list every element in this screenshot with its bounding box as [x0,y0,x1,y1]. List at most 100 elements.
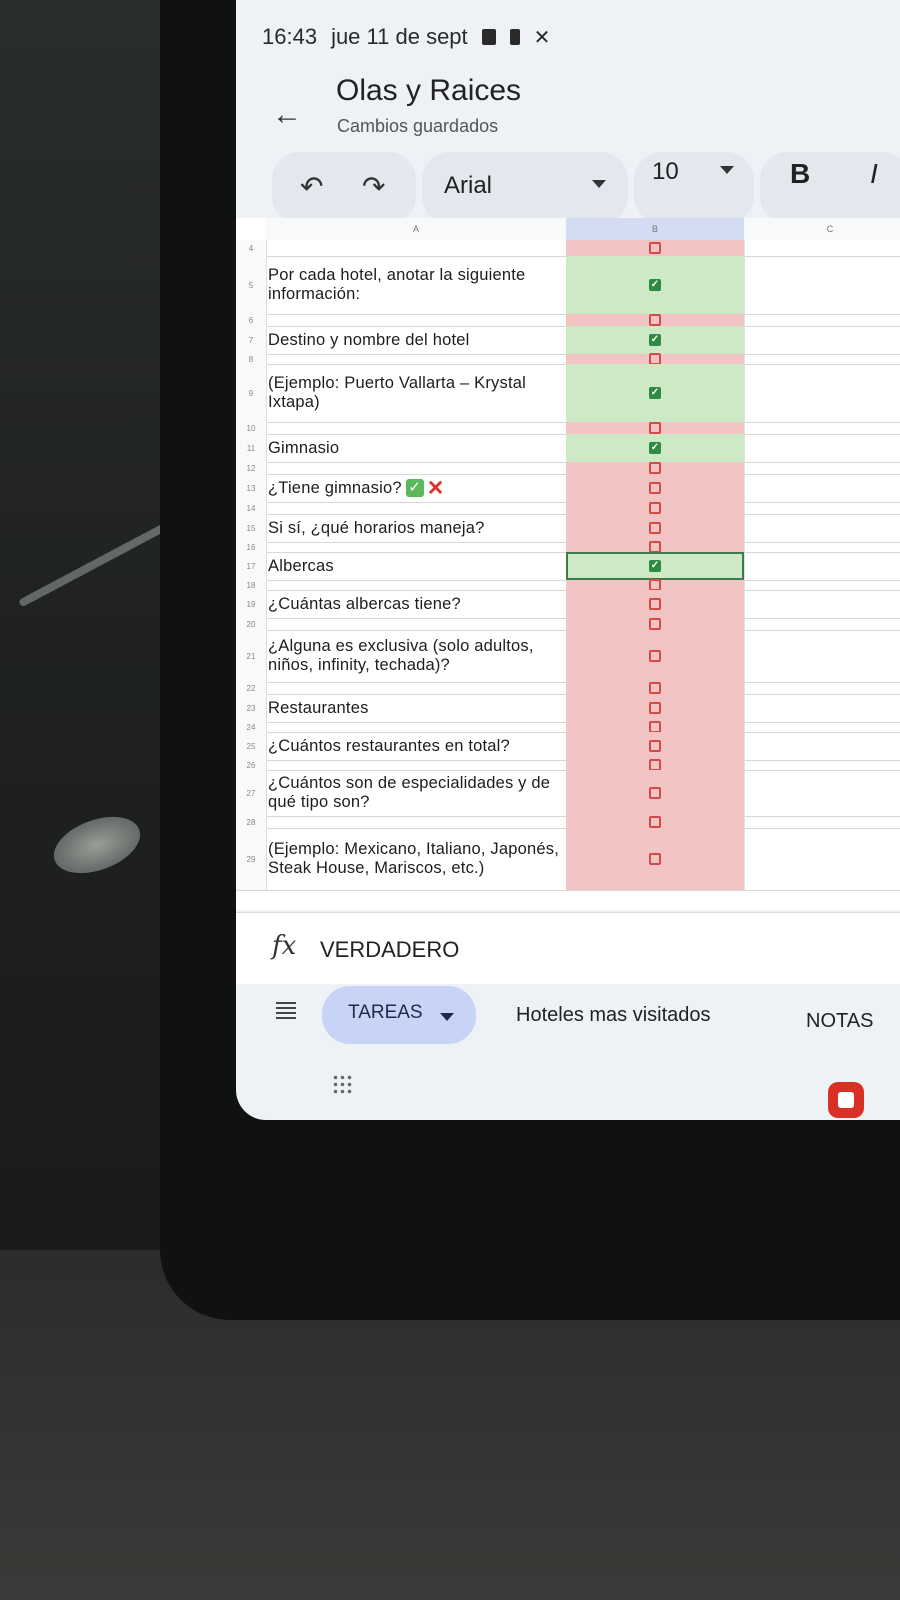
cell-c[interactable] [744,580,900,590]
cell-c[interactable] [744,770,900,816]
spreadsheet-grid[interactable]: A B C 4 5 Por cada hotel, anotar la siguie… [236,218,900,910]
cell-c[interactable] [744,828,900,890]
checkbox-unchecked[interactable] [649,422,661,434]
cell-c[interactable] [744,722,900,732]
checkbox-checked[interactable]: ✓ [649,442,661,454]
cell-c[interactable] [744,502,900,514]
cell-b[interactable]: ✓ [566,256,744,314]
redo-icon[interactable]: ↷ [362,170,385,203]
row-number[interactable]: 19 [236,590,267,618]
row-number[interactable]: 8 [236,354,267,364]
formula-value[interactable]: VERDADERO [320,937,459,963]
row-number[interactable]: 27 [236,770,267,816]
row-number[interactable]: 20 [236,618,267,630]
row-number[interactable]: 16 [236,542,267,552]
cell-c[interactable] [744,434,900,462]
table-row[interactable]: 9 (Ejemplo: Puerto Vallarta – Krystal Ixt… [236,364,900,423]
cell-c[interactable] [744,326,900,354]
cell-c[interactable] [744,590,900,618]
drag-handle-icon[interactable] [332,1074,352,1094]
cell-c[interactable] [744,462,900,474]
row-number[interactable]: 24 [236,722,267,732]
row-number[interactable]: 12 [236,462,267,474]
row-number[interactable]: 9 [236,364,267,422]
checkbox-checked[interactable]: ✓ [649,560,661,572]
cell-b[interactable] [566,514,744,542]
cell-a[interactable] [266,462,560,474]
column-header-a[interactable]: A [266,218,566,240]
font-selector[interactable]: Arial [422,152,628,224]
all-sheets-menu-icon[interactable] [276,1002,296,1020]
cell-a[interactable]: ¿Cuántas albercas tiene? [266,590,560,618]
cell-b[interactable] [566,770,744,816]
checkbox-unchecked[interactable] [649,522,661,534]
checkbox-unchecked[interactable] [649,787,661,799]
tab-tareas[interactable]: TAREAS [322,986,476,1044]
cell-c[interactable] [744,240,900,256]
cell-b[interactable] [566,828,744,890]
checkbox-checked[interactable]: ✓ [649,334,661,346]
row-number[interactable]: 25 [236,732,267,760]
cell-c[interactable] [744,816,900,828]
table-row[interactable]: 13 ¿Tiene gimnasio? ✓ ✕ [236,474,900,503]
row-number[interactable]: 28 [236,816,267,828]
cell-b[interactable] [566,682,744,694]
row-number[interactable]: 17 [236,552,267,580]
cell-b[interactable] [566,732,744,760]
checkbox-unchecked[interactable] [649,242,661,254]
undo-icon[interactable]: ↶ [300,170,323,203]
checkbox-unchecked[interactable] [649,502,661,514]
table-row[interactable]: 7 Destino y nombre del hotel ✓ [236,326,900,355]
cell-b[interactable] [566,541,744,553]
cell-a[interactable] [266,722,560,732]
cell-c[interactable] [744,514,900,542]
bold-button[interactable]: B [790,158,810,190]
row-number[interactable]: 5 [236,256,267,314]
column-header-b[interactable]: B [566,218,744,240]
cell-a[interactable]: Destino y nombre del hotel [266,326,560,354]
checkbox-unchecked[interactable] [649,314,661,326]
document-title[interactable]: Olas y Raices [336,74,521,108]
cell-a[interactable] [266,760,560,770]
table-row[interactable]: 17 Albercas ✓ [236,552,900,581]
cell-a[interactable]: Gimnasio [266,434,560,462]
checkbox-unchecked[interactable] [649,462,661,474]
checkbox-checked[interactable]: ✓ [649,387,661,399]
checkbox-unchecked[interactable] [649,816,661,828]
cell-a[interactable]: Si sí, ¿qué horarios maneja? [266,514,560,542]
row-number[interactable]: 14 [236,502,267,514]
table-row[interactable]: 19 ¿Cuántas albercas tiene? [236,590,900,619]
cell-b[interactable] [566,462,744,474]
cell-c[interactable] [744,618,900,630]
cell-b[interactable] [566,502,744,514]
cell-a[interactable] [266,240,560,256]
keep-notes-icon[interactable] [828,1082,864,1118]
cell-a[interactable] [266,618,560,630]
tab-hoteles-mas-visitados[interactable]: Hoteles mas visitados [516,1004,711,1027]
checkbox-unchecked[interactable] [649,682,661,694]
row-number[interactable]: 29 [236,828,267,890]
row-number[interactable]: 21 [236,630,267,682]
row-number[interactable]: 10 [236,422,267,434]
cell-c[interactable] [744,760,900,770]
cell-a[interactable]: ¿Alguna es exclusiva (solo adultos, niño… [266,630,560,682]
cell-c[interactable] [744,364,900,422]
cell-b[interactable] [566,630,744,682]
font-size-selector[interactable]: 10 [634,152,754,224]
cell-b[interactable] [566,474,744,502]
table-row[interactable]: 29 (Ejemplo: Mexicano, Italiano, Japonés,… [236,828,900,891]
cell-b[interactable] [566,314,744,326]
cell-b[interactable] [566,240,744,256]
row-number[interactable]: 4 [236,240,267,256]
table-row[interactable]: 21 ¿Alguna es exclusiva (solo adultos, ni… [236,630,900,683]
cell-a[interactable] [266,682,560,694]
checkbox-unchecked[interactable] [649,650,661,662]
table-row[interactable]: 23 Restaurantes [236,694,900,723]
checkbox-unchecked[interactable] [649,618,661,630]
cell-b[interactable] [566,618,744,630]
column-header-c[interactable]: C [744,218,900,240]
table-row[interactable]: 5 Por cada hotel, anotar la siguiente inf… [236,256,900,315]
table-row[interactable]: 11 Gimnasio ✓ [236,434,900,463]
checkbox-unchecked[interactable] [649,702,661,714]
cell-c[interactable] [744,422,900,434]
